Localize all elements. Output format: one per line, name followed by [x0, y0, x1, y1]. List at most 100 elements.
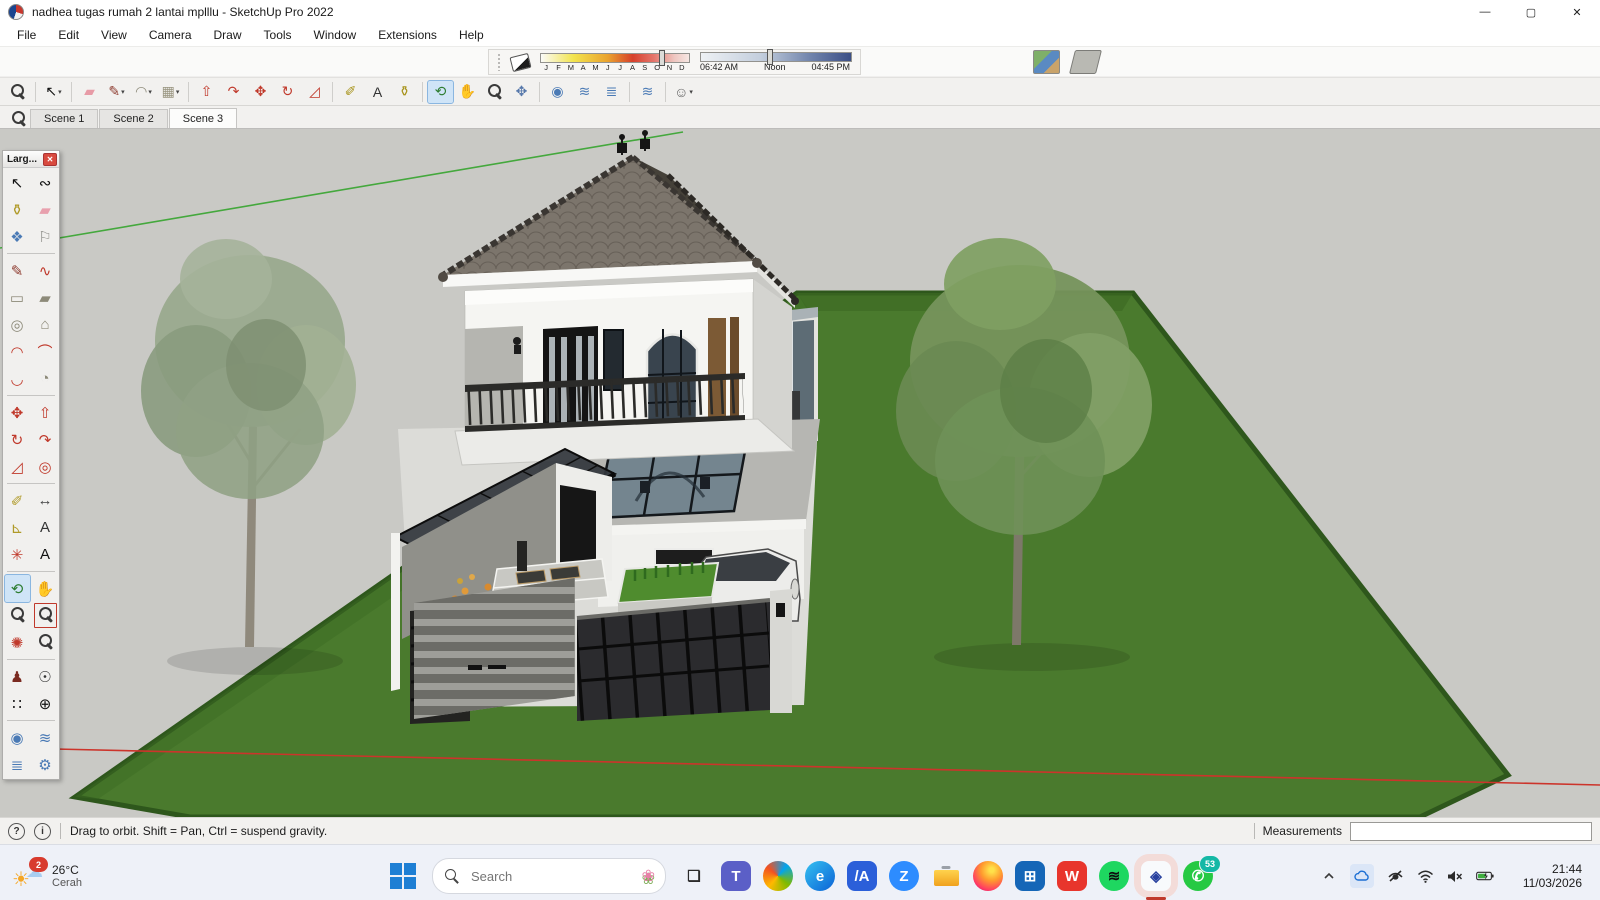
time-slider-thumb[interactable] [767, 49, 773, 65]
scene-tab-1[interactable]: Scene 1 [30, 109, 98, 128]
select-tool-icon[interactable]: ↖ [5, 169, 30, 196]
pan-tool-icon[interactable]: ✋ [455, 81, 480, 103]
three-d-text-tool-icon[interactable]: A [33, 541, 58, 568]
extension-icon-2[interactable]: ≋ [572, 81, 597, 103]
palette-close-icon[interactable]: ✕ [43, 153, 57, 166]
palette-header[interactable]: Larg... ✕ [3, 151, 59, 168]
dropdown-arrow-icon[interactable]: ▾ [176, 88, 180, 96]
rotated-rectangle-tool-icon[interactable]: ▰ [33, 284, 58, 311]
photo-texture-icon[interactable] [1033, 50, 1060, 74]
scene-tab-3[interactable]: Scene 3 [169, 108, 237, 128]
firefox-icon[interactable] [973, 861, 1003, 891]
eraser-tool-icon[interactable]: ▰ [77, 81, 102, 103]
position-camera-icon[interactable]: ♟ [5, 663, 30, 690]
line-tool-icon[interactable]: ✎ [5, 257, 30, 284]
menu-item-help[interactable]: Help [448, 24, 495, 46]
move-tool-icon[interactable]: ✥ [248, 81, 273, 103]
rectangle-tool-icon[interactable]: ▦▾ [158, 81, 183, 103]
menu-item-camera[interactable]: Camera [138, 24, 203, 46]
eye-slash-icon[interactable] [1386, 867, 1404, 885]
arc-tool-icon[interactable]: ◠▾ [131, 81, 156, 103]
look-around-icon[interactable]: ☉ [33, 663, 58, 690]
taskbar-search[interactable]: ❀ [432, 858, 666, 894]
tape-measure-icon[interactable]: ✐ [338, 81, 363, 103]
whatsapp-icon[interactable]: ✆53 [1183, 861, 1213, 891]
shadow-date-slider[interactable]: JFMAMJJASOND [540, 53, 690, 72]
protractor-tool-icon[interactable]: ⊾ [5, 514, 30, 541]
move-tool-icon[interactable]: ✥ [5, 399, 30, 426]
extension-icon-3[interactable]: ≣ [599, 81, 624, 103]
followme-tool-icon[interactable]: ↷ [33, 426, 58, 453]
dropdown-arrow-icon[interactable]: ▾ [689, 88, 693, 96]
style-swatch-icon[interactable] [1069, 50, 1102, 74]
info-icon[interactable]: i [34, 823, 51, 840]
menu-item-tools[interactable]: Tools [253, 24, 303, 46]
orbit-tool-icon[interactable]: ⟲ [428, 81, 453, 103]
rectangle-tool-icon[interactable]: ▭ [5, 284, 30, 311]
followme-tool-icon[interactable]: ↷ [221, 81, 246, 103]
sketchup-icon[interactable]: ◈ [1141, 861, 1171, 891]
measurements-input[interactable] [1350, 822, 1592, 841]
wps-office-icon[interactable]: W [1057, 861, 1087, 891]
zoom-previous-icon[interactable] [33, 629, 58, 656]
eraser-tool-icon[interactable]: ▰ [33, 196, 58, 223]
lasso-tool-icon[interactable]: ∾ [33, 169, 58, 196]
menu-item-view[interactable]: View [90, 24, 138, 46]
weather-widget[interactable]: ☀ ☁ 2 26°C Cerah [0, 860, 222, 892]
task-view-icon[interactable]: ❏ [679, 861, 709, 891]
rotate-tool-icon[interactable]: ↻ [275, 81, 300, 103]
toolbar-grab-handle[interactable] [497, 53, 501, 71]
palette-extension-icon-3[interactable]: ≣ [5, 751, 30, 778]
account-icon[interactable]: ☺▾ [671, 81, 696, 103]
wifi-icon[interactable] [1416, 867, 1434, 885]
scene-tab-2[interactable]: Scene 2 [99, 109, 167, 128]
extension-icon-1[interactable]: ◉ [545, 81, 570, 103]
zoom-icon[interactable] [5, 602, 30, 629]
two-point-arc-tool-icon[interactable]: ⌒ [33, 338, 58, 365]
orbit-tool-icon[interactable]: ⟲ [5, 575, 30, 602]
polygon-tool-icon[interactable]: ⌂ [33, 311, 58, 338]
toggle-shadows-icon[interactable] [509, 52, 531, 71]
paint-bucket-icon[interactable]: ⚱ [392, 81, 417, 103]
dropdown-arrow-icon[interactable]: ▾ [148, 88, 152, 96]
pan-tool-icon[interactable]: ✋ [33, 575, 58, 602]
extension-icon-4[interactable]: ≋ [635, 81, 660, 103]
three-point-arc-tool-icon[interactable]: ◡ [5, 365, 30, 392]
help-icon[interactable]: ? [8, 823, 25, 840]
taskbar-clock[interactable]: 21:44 11/03/2026 [1506, 862, 1590, 890]
shadow-time-slider[interactable]: 06:42 AM Noon 04:45 PM [700, 52, 852, 72]
search-icon[interactable] [6, 108, 30, 128]
minimize-button[interactable]: — [1462, 0, 1508, 24]
arc-tool-icon[interactable]: ◠ [5, 338, 30, 365]
menu-item-draw[interactable]: Draw [203, 24, 253, 46]
tape-measure-icon[interactable]: ✐ [5, 487, 30, 514]
axes-tool-icon[interactable]: ✳ [5, 541, 30, 568]
viewport[interactable]: Larg... ✕ ↖∾⚱▰❖⚐ ✎∿▭▰◎⌂◠⌒◡◔ ✥⇧↻↷◿◎ ✐↔⊾A✳… [0, 129, 1600, 817]
close-button[interactable]: ✕ [1554, 0, 1600, 24]
freehand-tool-icon[interactable]: ∿ [33, 257, 58, 284]
pushpull-tool-icon[interactable]: ⇧ [33, 399, 58, 426]
zoom-window-icon[interactable] [33, 602, 58, 629]
dropdown-arrow-icon[interactable]: ▾ [121, 88, 125, 96]
palette-extension-icon-2[interactable]: ≋ [33, 724, 58, 751]
zoom-extents-icon[interactable]: ✥ [509, 81, 534, 103]
onedrive-icon[interactable] [1350, 864, 1374, 888]
scale-tool-icon[interactable]: ◿ [5, 453, 30, 480]
menu-item-edit[interactable]: Edit [47, 24, 90, 46]
circle-tool-icon[interactable]: ◎ [5, 311, 30, 338]
ibis-paint-icon[interactable]: /A [847, 861, 877, 891]
maximize-button[interactable]: ▢ [1508, 0, 1554, 24]
zoom-icon[interactable] [482, 81, 507, 103]
battery-charging-icon[interactable] [1476, 867, 1494, 885]
volume-muted-icon[interactable] [1446, 867, 1464, 885]
zoom-extents-icon[interactable]: ✺ [5, 629, 30, 656]
microsoft-store-icon[interactable]: ⊞ [1015, 861, 1045, 891]
zoom-tool-icon[interactable] [5, 81, 30, 103]
palette-extension-icon-1[interactable]: ◉ [5, 724, 30, 751]
tray-chevron-up-icon[interactable] [1320, 867, 1338, 885]
pushpull-tool-icon[interactable]: ⇧ [194, 81, 219, 103]
scale-tool-icon[interactable]: ◿ [302, 81, 327, 103]
palette-extension-icon-4[interactable]: ⚙ [33, 751, 58, 778]
menu-item-window[interactable]: Window [303, 24, 368, 46]
start-button[interactable] [390, 863, 416, 889]
